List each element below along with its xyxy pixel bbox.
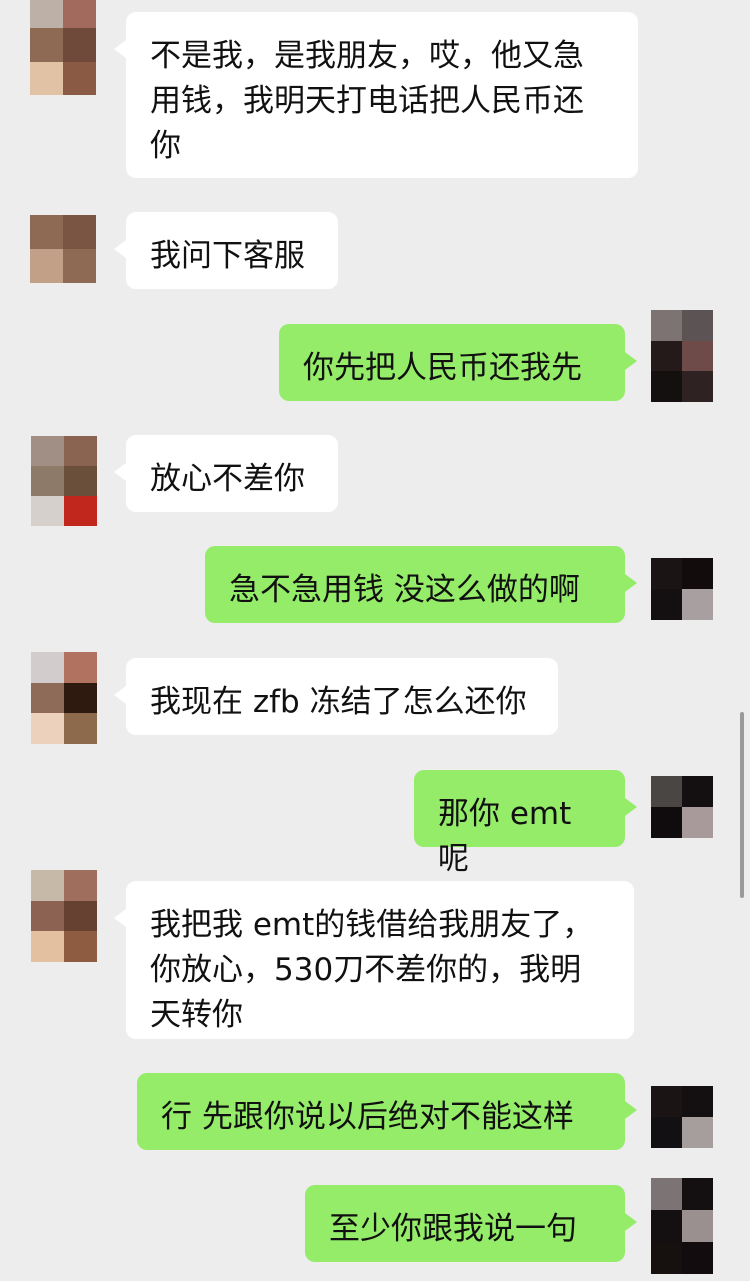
avatar-pixel [64, 466, 97, 496]
avatar-pixel [63, 215, 96, 249]
avatar-pixel [651, 776, 682, 807]
message-bubble-sent[interactable]: 你先把人民币还我先 [279, 324, 637, 401]
message-bubble-sent[interactable]: 那你 emt呢 [414, 770, 637, 877]
avatar-pixel [651, 1210, 682, 1242]
message-bubble-received[interactable]: 我把我 emt的钱借给我朋友了，你放心，530刀不差你的，我明天转你 [114, 881, 634, 1039]
avatar[interactable] [651, 558, 713, 620]
avatar[interactable] [651, 1178, 713, 1274]
avatar-pixel [682, 1178, 713, 1210]
message-bubble-received[interactable]: 我现在 zfb 冻结了怎么还你 [114, 658, 558, 735]
avatar-pixel [682, 1210, 713, 1242]
avatar-pixel [30, 28, 63, 62]
message-bubble-received[interactable]: 我问下客服 [114, 212, 338, 289]
avatar-pixel [682, 1117, 713, 1148]
message-bubble-sent[interactable]: 行 先跟你说以后绝对不能这样 [137, 1073, 637, 1150]
avatar-pixel [63, 249, 96, 283]
avatar[interactable] [651, 1086, 713, 1148]
avatar-pixel [63, 28, 96, 62]
avatar-pixel [651, 1242, 682, 1274]
avatar-pixel [63, 0, 96, 29]
message-bubble-sent[interactable]: 至少你跟我说一句 [305, 1185, 637, 1262]
avatar-pixel [31, 682, 64, 714]
avatar-pixel [682, 371, 713, 402]
avatar[interactable] [30, 0, 96, 95]
avatar-pixel [64, 496, 97, 526]
avatar-pixel [31, 713, 64, 744]
avatar-pixel [651, 807, 682, 838]
message-bubble-received[interactable]: 不是我，是我朋友，哎，他又急用钱，我明天打电话把人民币还你 [114, 12, 638, 178]
avatar-pixel [651, 310, 682, 341]
avatar-pixel [30, 249, 63, 283]
avatar-pixel [651, 1178, 682, 1210]
avatar-pixel [682, 340, 713, 372]
avatar-pixel [651, 1117, 682, 1148]
avatar-pixel [64, 931, 97, 962]
avatar-pixel [651, 589, 682, 620]
message-bubble-sent[interactable]: 急不急用钱 没这么做的啊 [205, 546, 637, 623]
avatar[interactable] [30, 215, 96, 283]
avatar-pixel [31, 870, 64, 901]
avatar-pixel [651, 1086, 682, 1117]
avatar-pixel [31, 931, 64, 962]
avatar-pixel [30, 0, 63, 29]
avatar[interactable] [31, 652, 97, 744]
avatar-pixel [682, 589, 713, 620]
avatar-pixel [64, 870, 97, 901]
avatar[interactable] [31, 870, 97, 962]
avatar-pixel [31, 652, 64, 683]
avatar-pixel [31, 436, 64, 466]
avatar-pixel [682, 310, 713, 341]
message-bubble-received[interactable]: 放心不差你 [114, 435, 338, 512]
avatar-pixel [651, 558, 682, 589]
avatar-pixel [30, 61, 63, 95]
avatar-pixel [31, 466, 64, 496]
scrollbar-thumb[interactable] [740, 712, 744, 898]
avatar-pixel [651, 371, 682, 402]
avatar-pixel [682, 1242, 713, 1274]
avatar-pixel [64, 713, 97, 744]
avatar[interactable] [31, 436, 97, 526]
avatar-pixel [651, 340, 682, 372]
avatar-pixel [64, 682, 97, 714]
avatar-pixel [64, 436, 97, 466]
avatar-pixel [682, 1086, 713, 1117]
avatar-pixel [682, 558, 713, 589]
avatar[interactable] [651, 776, 713, 838]
avatar-pixel [64, 900, 97, 932]
avatar-pixel [64, 652, 97, 683]
avatar-pixel [682, 776, 713, 807]
avatar-pixel [31, 496, 64, 526]
chat-area[interactable]: 不是我，是我朋友，哎，他又急用钱，我明天打电话把人民币还你 我问下客服 你先把人… [0, 0, 750, 1281]
avatar[interactable] [651, 310, 713, 402]
avatar-pixel [31, 900, 64, 932]
avatar-pixel [682, 807, 713, 838]
avatar-pixel [63, 61, 96, 95]
avatar-pixel [30, 215, 63, 249]
